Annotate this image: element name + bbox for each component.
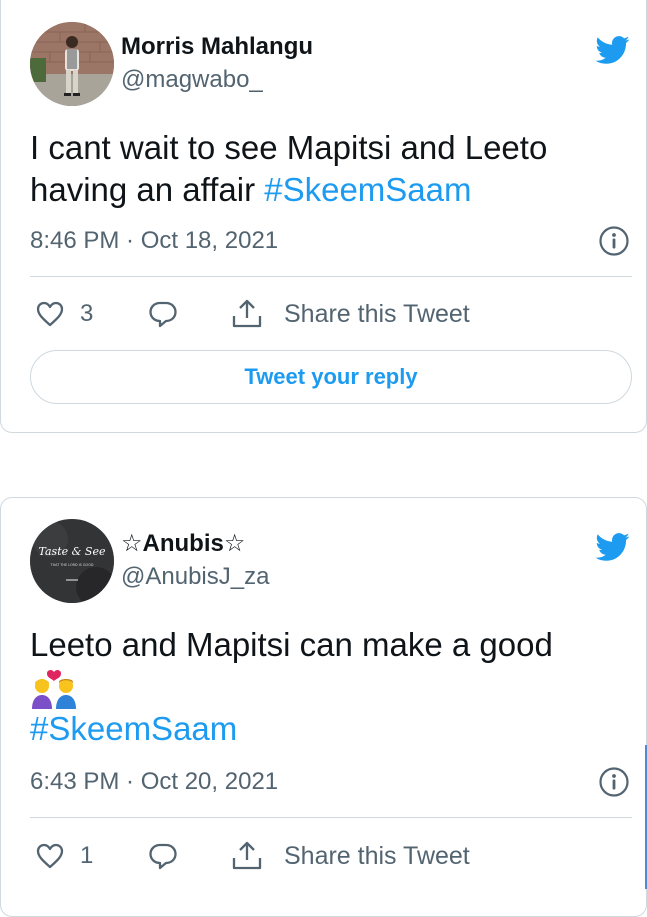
divider bbox=[30, 817, 632, 818]
couple-with-heart-icon bbox=[32, 670, 76, 710]
timestamp[interactable]: 8:46 PM · Oct 18, 2021 bbox=[30, 225, 278, 257]
like-button[interactable]: 1 bbox=[35, 836, 93, 876]
hashtag-link[interactable]: #SkeemSaam bbox=[264, 171, 471, 208]
share-button[interactable]: Share this Tweet bbox=[230, 294, 470, 334]
heart-icon bbox=[36, 301, 64, 327]
tweet-text: Leeto and Mapitsi can make a good #Skeem… bbox=[30, 624, 616, 750]
divider bbox=[30, 276, 632, 277]
tweet-meta: 8:46 PM · Oct 18, 2021 bbox=[30, 225, 630, 257]
like-button[interactable]: 3 bbox=[35, 294, 93, 334]
like-count: 3 bbox=[80, 300, 94, 327]
share-label: Share this Tweet bbox=[284, 299, 470, 328]
share-icon bbox=[232, 299, 262, 328]
share-icon bbox=[232, 841, 262, 870]
reply-bubble-icon bbox=[149, 301, 177, 328]
avatar[interactable] bbox=[30, 22, 114, 106]
share-label: Share this Tweet bbox=[284, 841, 470, 870]
info-icon[interactable] bbox=[598, 225, 630, 257]
author-name[interactable]: ☆Anubis☆ bbox=[121, 529, 245, 559]
tweet-actions: 3 Share this Tweet bbox=[30, 294, 632, 334]
tweet-card: Morris Mahlangu @magwabo_ I cant wait to… bbox=[0, 0, 647, 433]
reply-button[interactable] bbox=[147, 294, 179, 334]
tweet-text: I cant wait to see Mapitsi and Leeto hav… bbox=[30, 127, 616, 211]
avatar-subcaption: THAT THE LORD IS GOOD bbox=[50, 563, 94, 567]
tweet-reply-button[interactable]: Tweet your reply bbox=[30, 350, 632, 404]
tweet-header: Taste & See THAT THE LORD IS GOOD ☆Anubi… bbox=[30, 519, 632, 603]
tweet-meta: 6:43 PM · Oct 20, 2021 bbox=[30, 766, 630, 798]
tweet-text-body: Leeto and Mapitsi can make a good bbox=[30, 626, 553, 663]
tweet-actions: 1 Share this Tweet bbox=[30, 836, 632, 876]
timestamp[interactable]: 6:43 PM · Oct 20, 2021 bbox=[30, 766, 278, 798]
info-icon[interactable] bbox=[598, 766, 630, 798]
emoji-line bbox=[30, 666, 616, 710]
tweet-header: Morris Mahlangu @magwabo_ bbox=[30, 22, 632, 106]
twitter-bird-icon[interactable] bbox=[592, 529, 632, 565]
author-handle[interactable]: @AnubisJ_za bbox=[121, 562, 269, 592]
heart-icon bbox=[36, 843, 64, 869]
tweet-card: Taste & See THAT THE LORD IS GOOD ☆Anubi… bbox=[0, 497, 647, 917]
author-handle[interactable]: @magwabo_ bbox=[121, 65, 263, 95]
reply-bubble-icon bbox=[149, 843, 177, 870]
twitter-bird-icon[interactable] bbox=[592, 32, 632, 68]
avatar-caption: Taste & See bbox=[39, 545, 106, 558]
author-name[interactable]: Morris Mahlangu bbox=[121, 32, 313, 62]
like-count: 1 bbox=[80, 842, 94, 869]
reply-button[interactable] bbox=[147, 836, 179, 876]
hashtag-link[interactable]: #SkeemSaam bbox=[30, 708, 616, 750]
share-button[interactable]: Share this Tweet bbox=[230, 836, 470, 876]
avatar[interactable]: Taste & See THAT THE LORD IS GOOD bbox=[30, 519, 114, 603]
